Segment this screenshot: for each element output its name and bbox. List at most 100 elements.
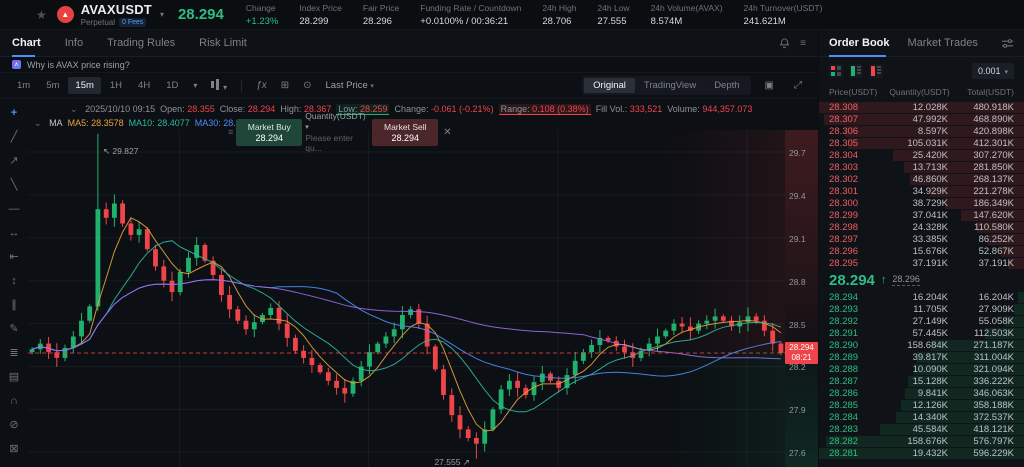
book-mode-asks-icon[interactable] — [869, 64, 883, 78]
ray-line-tool-icon[interactable]: ╲ — [4, 179, 24, 192]
magnet-tool-icon[interactable]: ∩ — [4, 395, 24, 408]
popout-window-icon[interactable]: ▣ — [759, 80, 780, 91]
ask-row[interactable]: 28.30246.860K268.137K — [819, 173, 1024, 185]
tab-trading-rules[interactable]: Trading Rules — [107, 30, 175, 57]
ask-row[interactable]: 28.29733.385K86.252K — [819, 233, 1024, 245]
tab-chart[interactable]: Chart — [12, 30, 41, 57]
ask-row[interactable]: 28.30425.420K307.270K — [819, 149, 1024, 161]
ask-row[interactable]: 28.30747.992K468.890K — [819, 113, 1024, 125]
bid-row[interactable]: 28.29157.445K112.503K — [819, 327, 1024, 339]
book-mode-both-icon[interactable] — [829, 64, 843, 78]
extended-line-tool-icon[interactable]: ⇤ — [4, 251, 24, 264]
popup-close-icon[interactable]: ✕ — [443, 127, 451, 138]
timeframe-1m[interactable]: 1m — [10, 77, 37, 94]
price-alert-bell-icon[interactable] — [779, 38, 790, 49]
ma-collapse-icon[interactable]: ⌄ — [34, 118, 42, 128]
candle-style-icon[interactable]: ▾ — [205, 79, 233, 93]
fullscreen-icon[interactable]: ⤢ — [788, 80, 808, 91]
bid-row[interactable]: 28.29416.204K16.204K — [819, 291, 1024, 303]
price-axis[interactable]: 28.294 08:21 29.729.429.128.828.528.227.… — [785, 130, 818, 467]
hide-drawings-tool-icon[interactable]: ⊘ — [4, 419, 24, 432]
ai-banner-text: Why is AVAX price rising? — [27, 60, 130, 70]
timeframe-4H[interactable]: 4H — [131, 77, 157, 94]
ai-icon: ∧ — [12, 60, 21, 69]
pattern-tool-icon[interactable]: ▤ — [4, 371, 24, 384]
contract-type: Perpetual — [81, 18, 115, 27]
bid-row[interactable]: 28.28414.340K372.537K — [819, 411, 1024, 423]
bid-rows: 28.29416.204K16.204K28.29311.705K27.909K… — [819, 291, 1024, 459]
tick-size-select[interactable]: 0.001▾ — [972, 63, 1014, 79]
bid-row[interactable]: 28.29311.705K27.909K — [819, 303, 1024, 315]
market-buy-button[interactable]: Market Buy 28.294 — [236, 119, 302, 146]
candlestick-chart[interactable] — [28, 130, 785, 467]
horizontal-ray-tool-icon[interactable]: ↔ — [4, 227, 24, 240]
bid-row[interactable]: 28.28715.128K336.222K — [819, 375, 1024, 387]
brush-tool-icon[interactable]: ✎ — [4, 323, 24, 336]
market-sell-button[interactable]: Market Sell 28.294 — [372, 119, 438, 146]
session-low-annotation: 27.555 ↗ — [434, 457, 469, 467]
vertical-line-tool-icon[interactable]: ↕ — [4, 275, 24, 288]
quantity-input[interactable]: Quantity(USDT) ▾ Please enter qu... — [305, 111, 369, 153]
header-stat: Funding Rate / Countdown+0.0100% / 00:36… — [420, 3, 521, 27]
timeframe-more-icon[interactable]: ▾ — [187, 81, 203, 90]
book-mode-bids-icon[interactable] — [849, 64, 863, 78]
y-axis-tick: 29.4 — [789, 191, 806, 201]
timeframe-15m[interactable]: 15m — [68, 77, 100, 94]
view-mode-depth[interactable]: Depth — [705, 78, 748, 93]
tab-info[interactable]: Info — [65, 30, 83, 57]
bid-row[interactable]: 28.282158.676K576.797K — [819, 435, 1024, 447]
parallel-channel-tool-icon[interactable]: ∥ — [4, 299, 24, 312]
orderbook-columns: Price(USDT) Quantity(USDT) Total(USDT) — [819, 85, 1024, 101]
timeframe-1H[interactable]: 1H — [103, 77, 129, 94]
bid-row[interactable]: 28.28119.432K596.229K — [819, 447, 1024, 459]
layout-grid-icon[interactable]: ⊞ — [275, 80, 295, 91]
ask-row[interactable]: 28.29824.328K110.580K — [819, 221, 1024, 233]
favorite-star-icon[interactable]: ★ — [36, 8, 47, 22]
bid-row[interactable]: 28.28810.090K321.094K — [819, 363, 1024, 375]
bid-row[interactable]: 28.290158.684K271.187K — [819, 339, 1024, 351]
view-mode-original[interactable]: Original — [584, 78, 635, 93]
ask-row[interactable]: 28.30812.028K480.918K — [819, 101, 1024, 113]
bid-row[interactable]: 28.2869.841K346.063K — [819, 387, 1024, 399]
horizontal-line-tool-icon[interactable]: ― — [4, 203, 24, 216]
ask-row[interactable]: 28.3068.597K420.898K — [819, 125, 1024, 137]
ask-row[interactable]: 28.30038.729K186.349K — [819, 197, 1024, 209]
tab-risk-limit[interactable]: Risk Limit — [199, 30, 247, 57]
popup-drag-handle[interactable]: ≡ — [228, 127, 233, 137]
bid-row[interactable]: 28.28939.817K311.004K — [819, 351, 1024, 363]
delete-drawings-tool-icon[interactable]: ⊠ — [4, 443, 24, 456]
ask-row[interactable]: 28.30134.929K221.278K — [819, 185, 1024, 197]
symbol-dropdown-icon[interactable]: ▾ — [160, 10, 164, 19]
panel-menu-icon[interactable]: ≡ — [800, 38, 806, 49]
ask-row[interactable]: 28.29615.676K52.867K — [819, 245, 1024, 257]
screenshot-camera-icon[interactable]: ⊙ — [297, 80, 317, 91]
ask-row[interactable]: 28.29537.191K37.191K — [819, 257, 1024, 269]
indicators-icon[interactable]: ƒx — [250, 80, 273, 91]
fibonacci-tool-icon[interactable]: ≣ — [4, 347, 24, 360]
timeframe-1D[interactable]: 1D — [159, 77, 185, 94]
bid-row[interactable]: 28.29227.149K55.058K — [819, 315, 1024, 327]
ask-row[interactable]: 28.305105.031K412.301K — [819, 137, 1024, 149]
orderbook-tab-market-trades[interactable]: Market Trades — [908, 30, 978, 57]
chart-region: +╱↗╲―↔⇤↕∥✎≣▤∩⊘⊠ ⌄ 2025/10/10 09:15 Open:… — [0, 99, 818, 467]
orderbook-tabs: Order Book Market Trades — [819, 30, 1024, 57]
y-axis-tick: 28.8 — [789, 277, 806, 287]
symbol-block[interactable]: AVAXUSDT Perpetual 0 Fees — [81, 2, 152, 27]
timeframe-5m[interactable]: 5m — [39, 77, 66, 94]
bid-row[interactable]: 28.28512.126K358.188K — [819, 399, 1024, 411]
arrow-line-tool-icon[interactable]: ↗ — [4, 155, 24, 168]
bid-row[interactable]: 28.28345.584K418.121K — [819, 423, 1024, 435]
price-source-select[interactable]: Last Price ▾ — [326, 80, 374, 91]
ask-row[interactable]: 28.30313.713K281.850K — [819, 161, 1024, 173]
orderbook-settings-icon[interactable] — [1001, 37, 1014, 50]
ohlc-collapse-icon[interactable]: ⌄ — [70, 104, 78, 114]
ai-insight-banner[interactable]: ∧ Why is AVAX price rising? — [0, 57, 818, 73]
mid-price-row[interactable]: 28.294↑ 28.296 — [819, 269, 1024, 291]
header-stat: Change+1.23% — [246, 3, 279, 27]
view-mode-tradingview[interactable]: TradingView — [635, 78, 705, 93]
orderbook-tab-order-book[interactable]: Order Book — [829, 30, 890, 57]
trend-line-tool-icon[interactable]: ╱ — [4, 131, 24, 144]
crosshair-tool-icon[interactable]: + — [4, 107, 24, 120]
ask-row[interactable]: 28.29937.041K147.620K — [819, 209, 1024, 221]
symbol-name: AVAXUSDT — [81, 2, 152, 17]
